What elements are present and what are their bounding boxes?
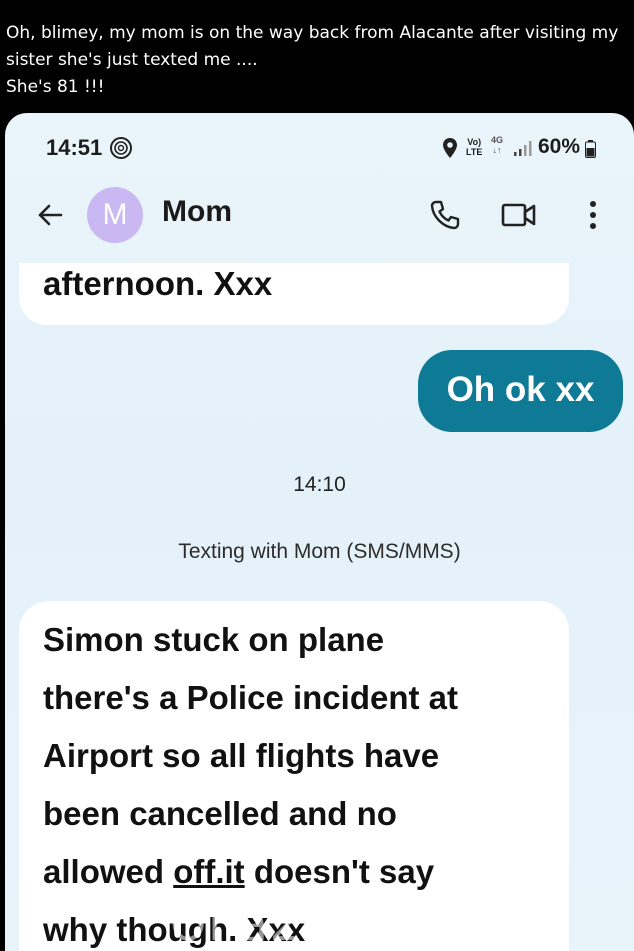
caption-line: sister she's just texted me .... — [6, 50, 258, 70]
thread-info-label: Texting with Mom (SMS/MMS) — [178, 540, 461, 563]
watermark: Oi a2au — [170, 897, 363, 951]
phone-call-icon[interactable] — [429, 199, 461, 231]
battery-percent: 60% — [538, 135, 581, 158]
message-text: afternoon. Xxx — [43, 265, 273, 302]
message-text: Oh ok xx — [446, 370, 595, 409]
message-line: Airport so all flights have — [43, 737, 440, 774]
caption-line: Oh, blimey, my mom is on the way back fr… — [6, 23, 619, 43]
incoming-message[interactable]: afternoon. Xxx — [19, 263, 569, 325]
message-line: there's a Police incident at — [43, 679, 458, 716]
location-icon — [443, 138, 457, 158]
message-fragment: allowed — [43, 853, 174, 890]
network-arrows: ↓↑ — [492, 145, 502, 155]
tweet-caption: Oh, blimey, my mom is on the way back fr… — [6, 20, 628, 101]
message-timestamp: 14:10 — [293, 473, 346, 496]
message-line: allowed off.it doesn't say — [43, 843, 545, 901]
battery-icon — [585, 140, 596, 158]
message-line: Simon stuck on plane — [43, 621, 385, 658]
more-options-icon[interactable] — [583, 198, 603, 232]
status-bar: 14:51 Vo) LTE 4G ↓↑ 60% — [5, 113, 634, 183]
contact-name[interactable]: Mom — [162, 195, 232, 229]
message-line: been cancelled and no — [43, 795, 397, 832]
video-call-icon[interactable] — [501, 201, 537, 229]
volte-top: Vo) — [467, 137, 482, 147]
volte-indicator: Vo) LTE — [466, 137, 482, 157]
network-type: 4G — [491, 135, 504, 145]
caption-line: She's 81 !!! — [6, 77, 105, 97]
outgoing-message[interactable]: Oh ok xx — [418, 350, 623, 432]
fingerprint-icon — [110, 137, 132, 159]
phone-screenshot: 14:51 Vo) LTE 4G ↓↑ 60% M Mom afternoon.… — [5, 113, 634, 951]
signal-icon — [514, 141, 532, 156]
volte-bottom: LTE — [466, 147, 483, 157]
avatar[interactable]: M — [87, 187, 143, 243]
conversation-header: M Mom — [5, 183, 634, 263]
message-fragment: doesn't say — [244, 853, 435, 890]
back-arrow-icon[interactable] — [35, 200, 65, 230]
network-indicator: 4G ↓↑ — [491, 135, 503, 155]
detected-link[interactable]: off.it — [173, 853, 244, 890]
status-time: 14:51 — [46, 135, 103, 160]
